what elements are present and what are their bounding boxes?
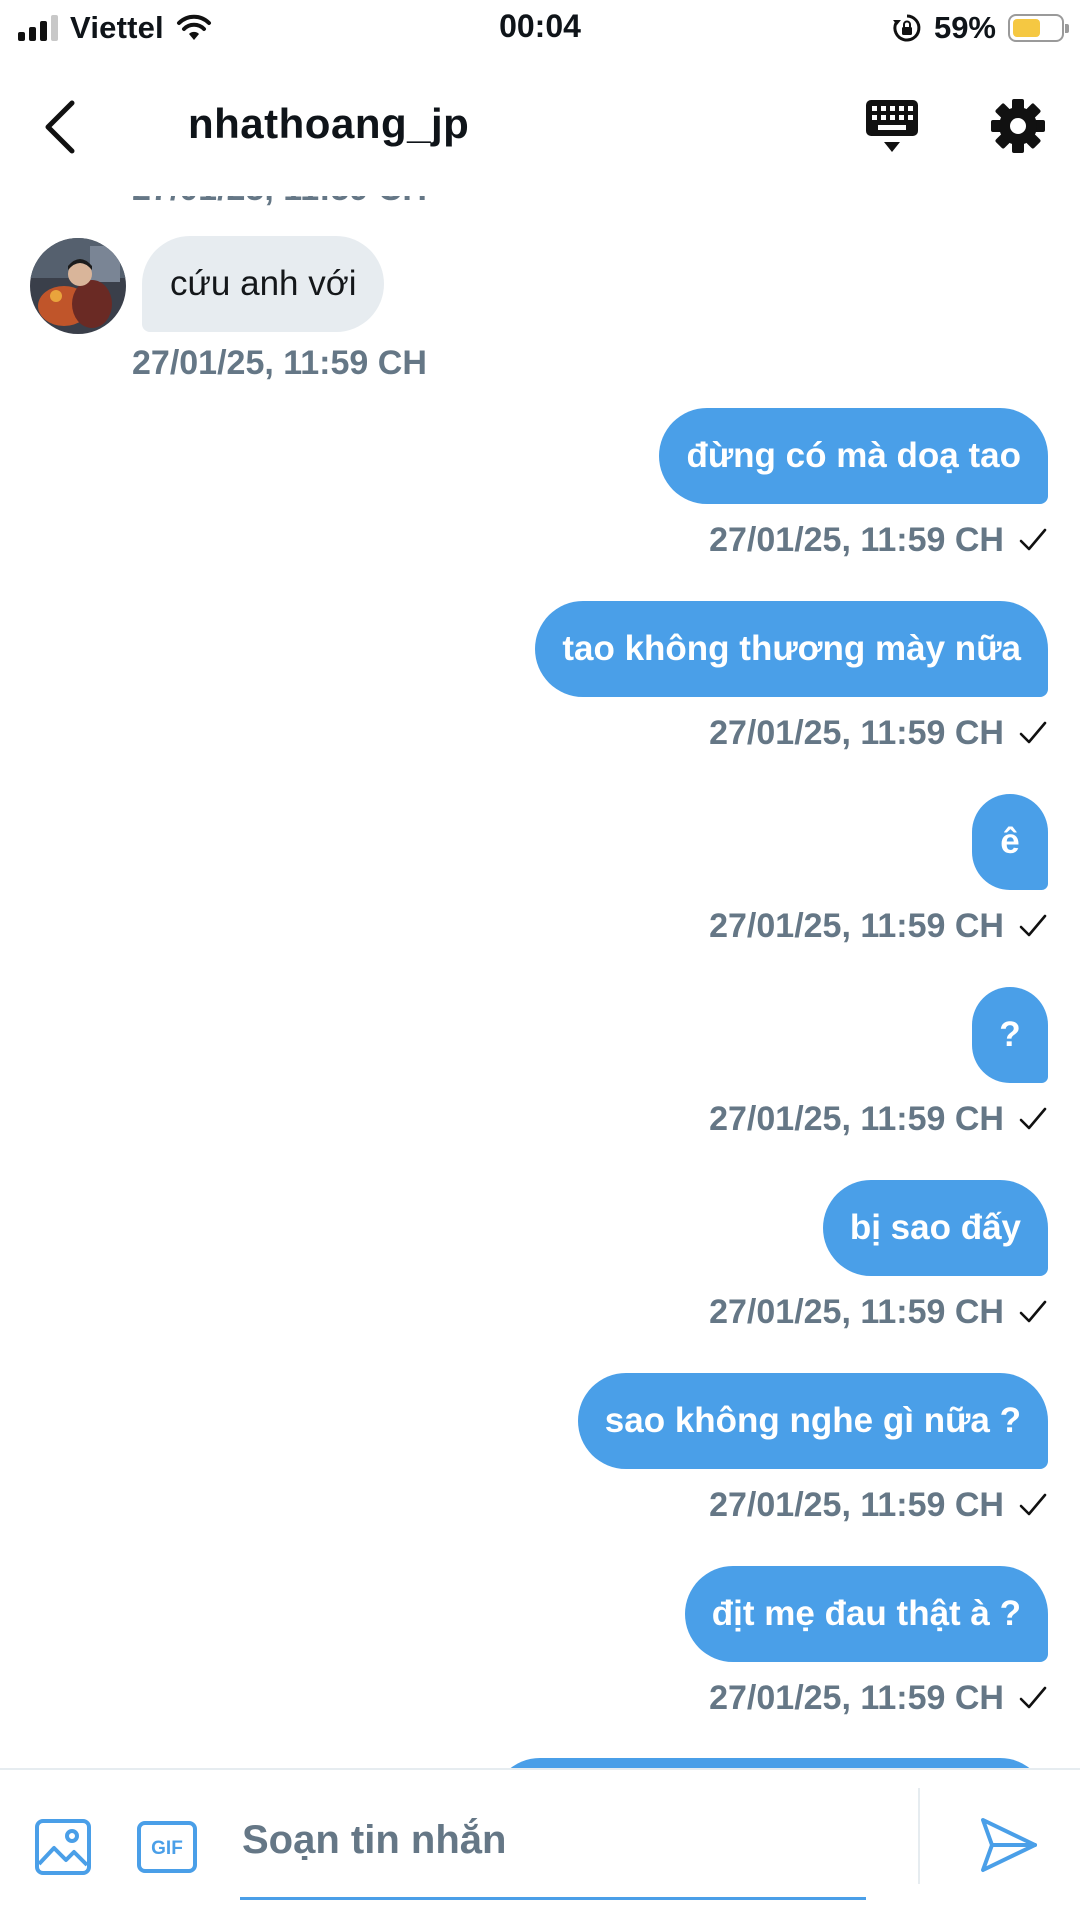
message-meta: 27/01/25, 11:59 CH <box>709 1095 1048 1143</box>
sent-check-icon <box>1019 1686 1047 1709</box>
outgoing-message-bubble[interactable]: sao không nghe gì nữa ? <box>577 1373 1048 1469</box>
message-timestamp: 27/01/25, 11:59 CH <box>132 196 427 209</box>
keyboard-icon <box>866 100 918 152</box>
add-image-button[interactable] <box>34 1818 92 1876</box>
message-timestamp: 27/01/25, 11:59 CH <box>709 713 1004 752</box>
keyboard-button[interactable] <box>860 94 924 158</box>
back-arrow-icon <box>45 100 75 154</box>
sent-check-icon <box>1019 914 1047 937</box>
message-meta: 27/01/25, 11:59 CH <box>709 709 1048 757</box>
gif-button[interactable]: GIF <box>136 1818 198 1876</box>
battery-percent: 59% <box>933 10 996 45</box>
status-right: 59% <box>892 8 1069 48</box>
battery-fill <box>1013 19 1041 37</box>
message-meta: 27/01/25, 11:59 CH <box>709 516 1048 564</box>
send-icon <box>981 1818 1037 1872</box>
outgoing-message-bubble[interactable]: bị sao đấy <box>822 1180 1048 1276</box>
avatar[interactable] <box>30 238 126 334</box>
message-timestamp: 27/01/25, 11:59 CH <box>709 1678 1004 1717</box>
sent-check-icon <box>1019 1300 1047 1323</box>
back-button[interactable] <box>30 92 90 162</box>
status-bar: Viettel 00:04 59% <box>0 0 1080 56</box>
message-timestamp: 27/01/25, 11:59 CH <box>709 1292 1004 1331</box>
outgoing-message-bubble[interactable]: đừng có mà doạ tao <box>659 408 1048 504</box>
battery-icon <box>1008 14 1069 42</box>
outgoing-message-bubble[interactable]: ê <box>972 794 1048 890</box>
sent-check-icon <box>1019 1493 1047 1516</box>
message-meta: 27/01/25, 11:59 CH <box>709 1674 1048 1722</box>
sent-check-icon <box>1019 721 1047 744</box>
message-list[interactable]: 27/01/25, 11:59 CH cứu anh với 27/01/25,… <box>0 196 1080 1768</box>
message-input[interactable] <box>240 1804 844 1876</box>
outgoing-message-bubble-partial[interactable] <box>492 1758 1048 1768</box>
message-timestamp: 27/01/25, 11:59 CH <box>709 1485 1004 1524</box>
gear-icon <box>991 99 1045 153</box>
orientation-lock-icon <box>892 14 921 42</box>
message-timestamp: 27/01/25, 11:59 CH <box>709 520 1004 559</box>
sent-check-icon <box>1019 528 1047 551</box>
message-meta: 27/01/25, 11:59 CH <box>709 902 1048 950</box>
message-meta: 27/01/25, 11:59 CH <box>709 1288 1048 1336</box>
conversation-header: nhathoang_jp <box>0 56 1080 196</box>
composer-divider <box>918 1788 920 1884</box>
incoming-message-bubble[interactable]: cứu anh với <box>142 236 385 332</box>
gif-label: GIF <box>151 1838 183 1859</box>
avatar-image <box>30 238 126 334</box>
message-input-wrapper <box>240 1790 866 1900</box>
image-icon <box>35 1819 91 1875</box>
outgoing-message-bubble[interactable]: tao không thương mày nữa <box>535 601 1048 697</box>
outgoing-message-bubble[interactable]: địt mẹ đau thật à ? <box>684 1566 1048 1662</box>
settings-button[interactable] <box>986 94 1050 158</box>
message-timestamp: 27/01/25, 11:59 CH <box>132 344 427 382</box>
message-meta: 27/01/25, 11:59 CH <box>709 1481 1048 1529</box>
outgoing-message-bubble[interactable]: ? <box>972 987 1048 1083</box>
sent-check-icon <box>1019 1107 1047 1130</box>
message-composer: GIF <box>0 1768 1080 1920</box>
gif-icon: GIF <box>137 1821 197 1873</box>
message-timestamp: 27/01/25, 11:59 CH <box>709 906 1004 945</box>
conversation-title[interactable]: nhathoang_jp <box>188 100 469 148</box>
message-timestamp: 27/01/25, 11:59 CH <box>709 1099 1004 1138</box>
send-button[interactable] <box>978 1814 1040 1876</box>
